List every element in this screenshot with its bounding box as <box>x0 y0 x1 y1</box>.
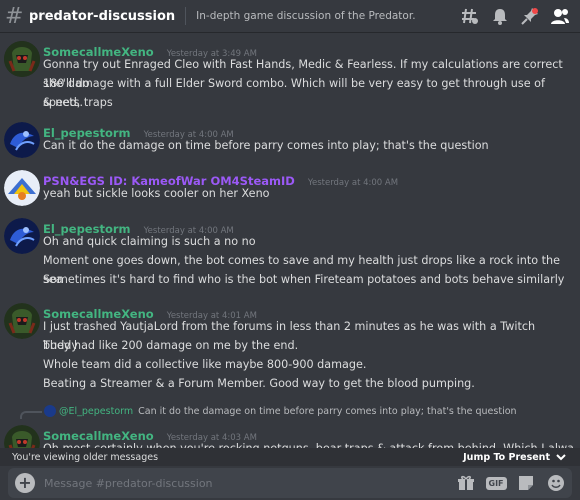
message-line: They had like 200 damage on me by the en… <box>43 339 299 352</box>
reply-preview[interactable]: @El_pepestorm Can it do the damage on ti… <box>44 405 517 417</box>
members-icon[interactable] <box>550 6 570 26</box>
avatar[interactable] <box>4 122 40 158</box>
reply-author[interactable]: @El_pepestorm <box>59 406 133 417</box>
message-line: Beating a Streamer & a Forum Member. Goo… <box>43 377 475 390</box>
reply-avatar <box>44 405 56 417</box>
bell-icon[interactable] <box>490 6 510 26</box>
avatar[interactable] <box>4 218 40 254</box>
gif-label: GIF <box>485 476 507 490</box>
older-messages-text: You're viewing older messages <box>12 451 159 463</box>
channel-topic[interactable]: In-depth game discussion of the Predator… <box>196 10 415 22</box>
sticker-icon[interactable] <box>516 473 536 493</box>
threads-icon[interactable] <box>460 6 480 26</box>
avatar[interactable] <box>4 303 40 339</box>
older-messages-bar: You're viewing older messages Jump To Pr… <box>0 448 580 466</box>
pin-icon[interactable] <box>520 6 540 26</box>
message-line: & nets. <box>43 96 84 109</box>
message-input-box: + GIF <box>8 468 572 498</box>
reply-connector <box>20 411 42 419</box>
message-list[interactable]: SomecallmeXeno Yesterday at 3:49 AM Gonn… <box>0 33 580 448</box>
emoji-icon[interactable] <box>546 473 566 493</box>
jump-to-present-button[interactable]: Jump To Present <box>463 452 566 463</box>
gif-icon[interactable]: GIF <box>485 473 507 493</box>
avatar[interactable] <box>4 170 40 206</box>
composer: + GIF <box>0 466 580 500</box>
message-input[interactable] <box>44 473 424 493</box>
header-divider <box>185 7 187 25</box>
message-line: Sometimes it's hard to find who is the b… <box>43 273 565 286</box>
message-line: Oh and quick claiming is such a no no <box>43 235 256 248</box>
reply-text: Can it do the damage on time before parr… <box>138 405 517 417</box>
composer-tools: GIF <box>456 473 566 493</box>
text-channel-hash-icon: # <box>5 3 24 29</box>
message-line: Oh most certainly when you're rocking ne… <box>43 439 573 448</box>
gift-icon[interactable] <box>456 473 476 493</box>
jump-label: Jump To Present <box>463 451 550 463</box>
avatar[interactable] <box>4 425 40 448</box>
channel-header: # predator-discussion In-depth game disc… <box>0 0 580 33</box>
avatar[interactable] <box>4 41 40 77</box>
message-line: Whole team did a collective like maybe 8… <box>43 358 367 371</box>
channel-name: predator-discussion <box>29 8 176 24</box>
add-attachment-button[interactable]: + <box>15 473 35 493</box>
header-toolbar <box>460 6 570 26</box>
message-line: Can it do the damage on time before parr… <box>43 139 489 152</box>
message-line: yeah but sickle looks cooler on her Xeno <box>43 187 270 200</box>
chevron-down-icon <box>556 454 566 461</box>
